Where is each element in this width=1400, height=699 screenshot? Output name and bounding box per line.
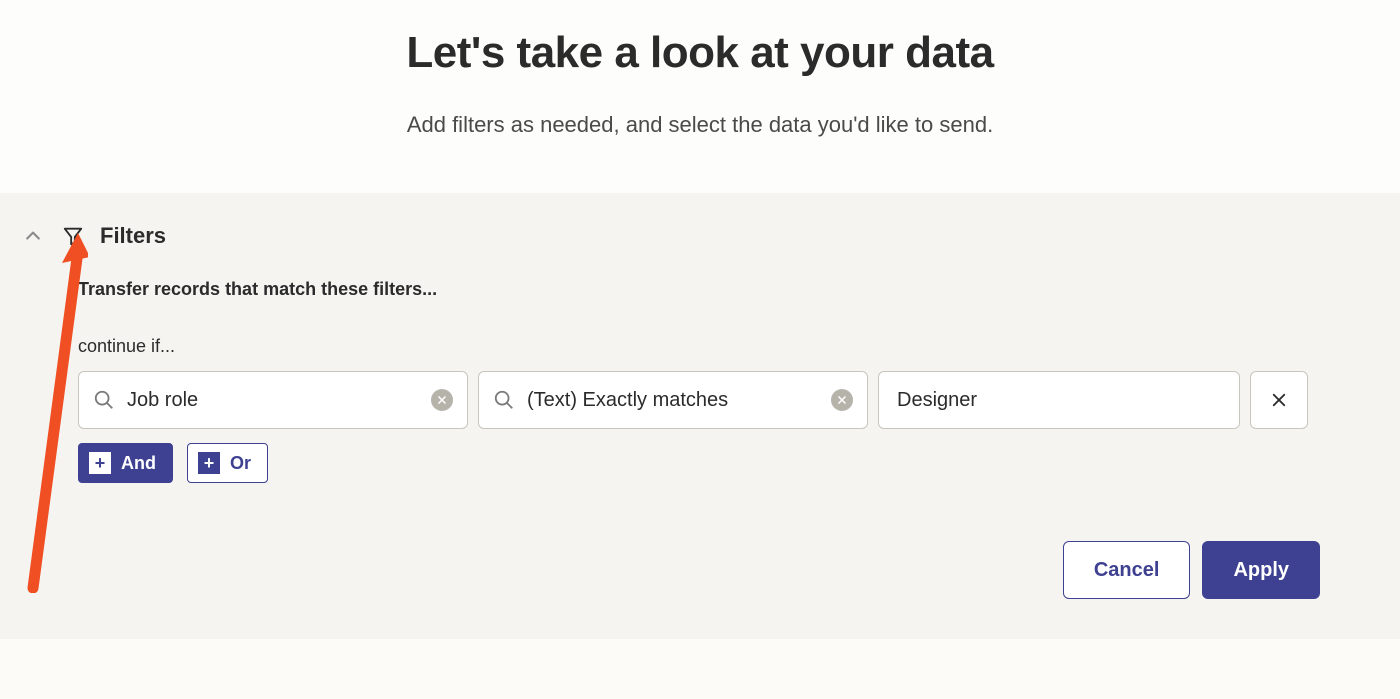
search-icon: [493, 389, 515, 411]
filters-section-title: Filters: [100, 223, 166, 249]
filters-body: Transfer records that match these filter…: [20, 279, 1380, 483]
apply-button[interactable]: Apply: [1202, 541, 1320, 599]
clear-operator-button[interactable]: [831, 389, 853, 411]
panel-actions: Cancel Apply: [20, 541, 1380, 599]
filters-section-header: Filters: [20, 223, 1380, 249]
search-icon: [93, 389, 115, 411]
clear-field-button[interactable]: [431, 389, 453, 411]
cancel-button-label: Cancel: [1094, 559, 1160, 582]
filter-value-input[interactable]: Designer: [878, 371, 1240, 429]
filter-field-value: Job role: [127, 389, 431, 412]
add-and-button[interactable]: + And: [78, 443, 173, 483]
page-header: Let's take a look at your data Add filte…: [0, 0, 1400, 193]
filter-icon: [62, 225, 84, 247]
logic-buttons-row: + And + Or: [78, 443, 1380, 483]
apply-button-label: Apply: [1233, 559, 1289, 582]
filter-condition-row: Job role (Text) Exactly matches Designer: [78, 371, 1380, 429]
and-button-label: And: [121, 453, 156, 474]
continue-label: continue if...: [78, 336, 1380, 357]
page-title: Let's take a look at your data: [0, 28, 1400, 78]
cancel-button[interactable]: Cancel: [1063, 541, 1191, 599]
filter-value-text: Designer: [897, 389, 1225, 412]
filter-operator-select[interactable]: (Text) Exactly matches: [478, 371, 868, 429]
add-or-button[interactable]: + Or: [187, 443, 268, 483]
filters-panel: Filters Transfer records that match thes…: [0, 193, 1400, 639]
page-subtitle: Add filters as needed, and select the da…: [0, 112, 1400, 138]
remove-condition-button[interactable]: [1250, 371, 1308, 429]
filter-field-select[interactable]: Job role: [78, 371, 468, 429]
transfer-description: Transfer records that match these filter…: [78, 279, 1380, 300]
plus-icon: +: [198, 452, 220, 474]
filter-operator-value: (Text) Exactly matches: [527, 389, 831, 412]
plus-icon: +: [89, 452, 111, 474]
collapse-toggle[interactable]: [22, 225, 44, 247]
or-button-label: Or: [230, 453, 251, 474]
